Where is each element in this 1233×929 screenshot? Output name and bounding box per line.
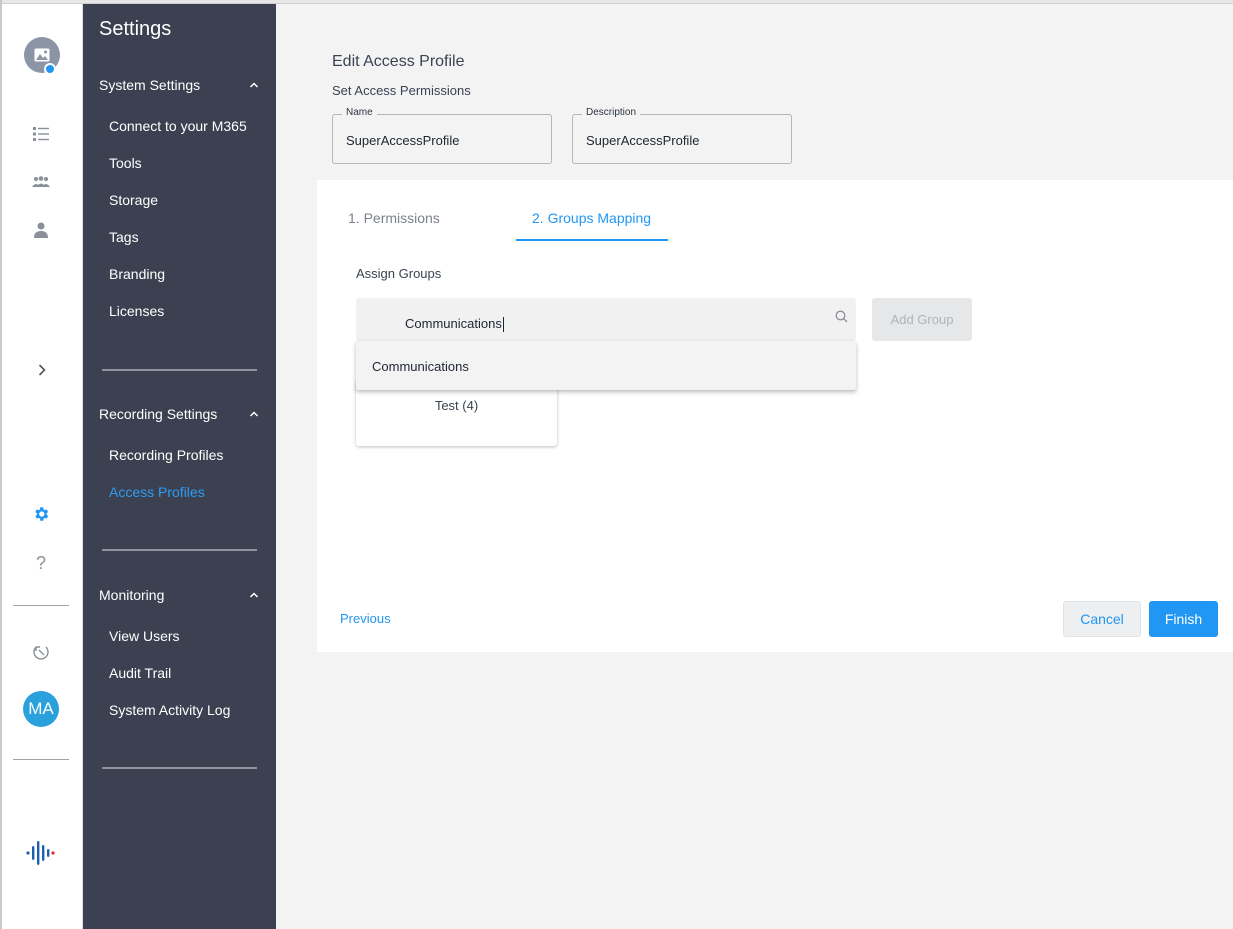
section-recording-settings[interactable]: Recording Settings — [99, 406, 259, 422]
rail-divider — [13, 759, 69, 760]
tab-permissions[interactable]: 1. Permissions — [348, 210, 440, 226]
search-icon[interactable] — [835, 310, 848, 323]
sidebar-item-connect-m365[interactable]: Connect to your M365 — [109, 118, 247, 134]
sidebar-item-access-profiles[interactable]: Access Profiles — [109, 484, 205, 500]
group-search-input[interactable]: Communications — [356, 298, 856, 341]
rail-divider — [13, 605, 69, 606]
chevron-up-icon[interactable] — [249, 80, 259, 90]
section-label: Monitoring — [99, 587, 165, 603]
section-system-settings[interactable]: System Settings — [99, 77, 259, 93]
sidebar-item-tags[interactable]: Tags — [109, 229, 139, 245]
edit-profile-header: Edit Access Profile Set Access Permissio… — [317, 41, 1233, 180]
previous-button[interactable]: Previous — [340, 611, 391, 626]
sidebar-divider — [102, 549, 257, 551]
name-field-value[interactable]: SuperAccessProfile — [346, 133, 459, 148]
chevron-up-icon[interactable] — [249, 590, 259, 600]
expand-chevron-icon[interactable] — [30, 360, 54, 380]
sidebar-divider — [102, 767, 257, 769]
add-group-button[interactable]: Add Group — [872, 298, 972, 341]
add-photo-icon[interactable] — [44, 63, 56, 75]
groups-icon[interactable] — [2, 172, 80, 192]
image-icon — [34, 48, 50, 62]
section-monitoring[interactable]: Monitoring — [99, 587, 259, 603]
description-field-value[interactable]: SuperAccessProfile — [586, 133, 699, 148]
sidebar-item-branding[interactable]: Branding — [109, 266, 165, 282]
profile-image-icon[interactable] — [24, 37, 60, 75]
logout-icon[interactable] — [2, 642, 80, 662]
brand-logo-icon — [2, 840, 80, 866]
group-suggestion-dropdown: Communications — [356, 341, 856, 390]
settings-sidebar: Settings System Settings Connect to your… — [83, 4, 276, 929]
name-field[interactable]: Name SuperAccessProfile — [332, 107, 552, 164]
user-avatar[interactable]: MA — [23, 691, 59, 727]
sidebar-item-tools[interactable]: Tools — [109, 155, 142, 171]
description-field-label: Description — [582, 107, 641, 118]
dropdown-option-communications[interactable]: Communications — [372, 359, 469, 374]
section-label: System Settings — [99, 77, 201, 93]
list-icon[interactable] — [2, 124, 80, 144]
tab-groups-mapping[interactable]: 2. Groups Mapping — [532, 210, 651, 226]
sidebar-item-system-activity-log[interactable]: System Activity Log — [109, 702, 230, 718]
icon-rail: ? MA — [2, 4, 83, 929]
section-label: Recording Settings — [99, 406, 218, 422]
user-icon[interactable] — [2, 220, 80, 240]
active-tab-indicator — [516, 239, 668, 241]
settings-gear-icon[interactable] — [2, 504, 80, 524]
finish-button[interactable]: Finish — [1149, 601, 1218, 637]
sidebar-item-audit-trail[interactable]: Audit Trail — [109, 665, 171, 681]
sidebar-item-licenses[interactable]: Licenses — [109, 303, 164, 319]
sidebar-item-view-users[interactable]: View Users — [109, 628, 180, 644]
sidebar-item-storage[interactable]: Storage — [109, 192, 158, 208]
cancel-button[interactable]: Cancel — [1063, 601, 1141, 637]
help-icon[interactable]: ? — [2, 552, 80, 574]
group-search-value[interactable]: Communications — [405, 316, 504, 333]
sidebar-divider — [102, 369, 257, 371]
page-title: Edit Access Profile — [332, 53, 465, 70]
page-subtitle: Set Access Permissions — [332, 83, 471, 98]
chevron-up-icon[interactable] — [249, 409, 259, 419]
assign-groups-label: Assign Groups — [356, 266, 442, 281]
groups-mapping-panel: 1. Permissions 2. Groups Mapping Assign … — [317, 180, 1233, 652]
sidebar-title: Settings — [99, 18, 172, 40]
assigned-group-label: Test (4) — [434, 398, 479, 413]
name-field-label: Name — [342, 107, 377, 118]
description-field[interactable]: Description SuperAccessProfile — [572, 107, 792, 164]
text-caret — [502, 317, 504, 333]
sidebar-item-recording-profiles[interactable]: Recording Profiles — [109, 447, 223, 463]
